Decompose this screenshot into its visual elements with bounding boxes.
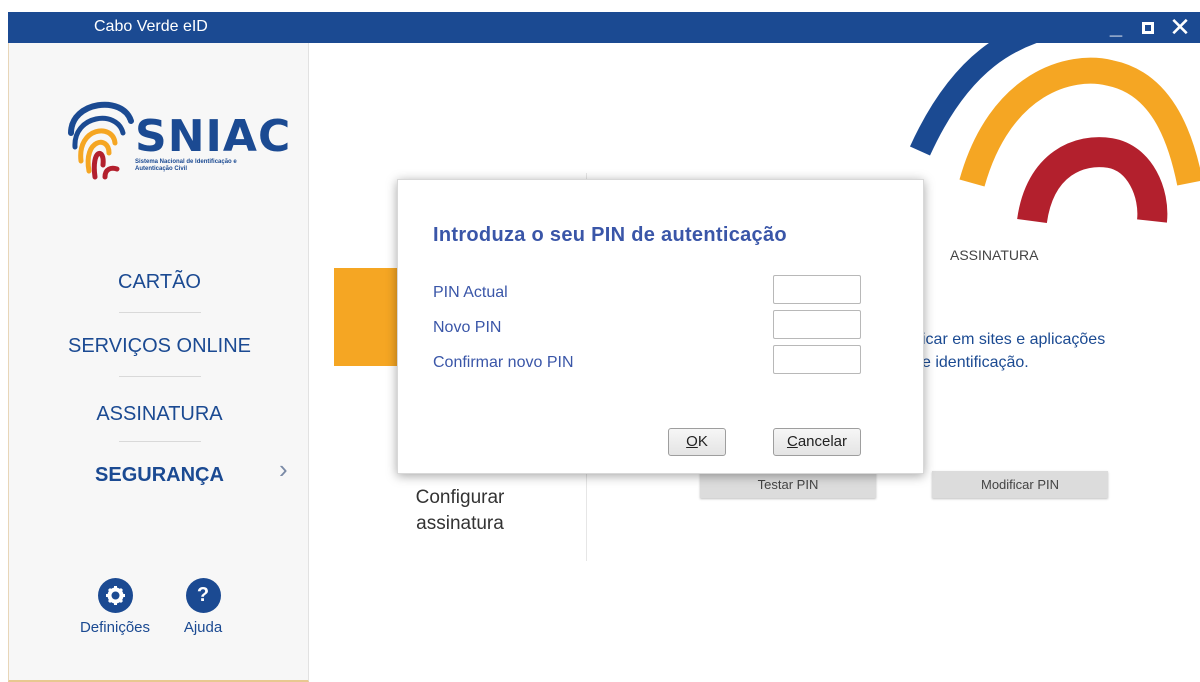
section-description-line2: e identificação. — [922, 354, 1029, 371]
confirm-pin-label: Confirmar novo PIN — [433, 354, 574, 371]
sidebar-divider — [119, 312, 201, 313]
logo-name: SNIAC — [135, 111, 292, 162]
confirm-pin-field[interactable] — [773, 345, 861, 374]
cancel-label-rest: ancelar — [797, 433, 848, 450]
pin-dialog: Introduza o seu PIN de autenticação PIN … — [397, 179, 924, 474]
section-description-line1: icar em sites e aplicações — [922, 331, 1106, 348]
window-title: Cabo Verde eID — [94, 18, 208, 35]
title-bar[interactable]: Cabo Verde eID _ ✕ — [8, 12, 1200, 43]
settings-label: Definições — [79, 619, 151, 636]
new-pin-label: Novo PIN — [433, 319, 502, 336]
sidebar-item-servicos-online[interactable]: SERVIÇOS ONLINE — [9, 335, 310, 358]
test-pin-button[interactable]: Testar PIN — [700, 471, 876, 498]
sniac-logo: SNIAC Sistema Nacional de Identificação … — [65, 81, 290, 181]
close-button[interactable]: ✕ — [1166, 14, 1194, 40]
minimize-button[interactable]: _ — [1102, 14, 1130, 40]
help-button[interactable]: ? Ajuda — [163, 578, 243, 636]
current-pin-field[interactable] — [773, 275, 861, 304]
sidebar-item-seguranca[interactable]: SEGURANÇA — [9, 464, 310, 487]
maximize-button[interactable] — [1134, 14, 1162, 40]
ok-button[interactable]: OK — [668, 428, 726, 456]
gear-icon — [97, 578, 133, 613]
configure-signature-label[interactable]: Configurar assinatura — [370, 485, 550, 537]
sidebar-divider — [119, 376, 201, 377]
help-label: Ajuda — [183, 619, 223, 636]
sidebar-divider — [119, 441, 201, 442]
settings-button[interactable]: Definições — [75, 578, 155, 636]
dialog-title: Introduza o seu PIN de autenticação — [433, 224, 787, 246]
ok-mnemonic: O — [686, 433, 698, 450]
cancel-button[interactable]: Cancelar — [773, 428, 861, 456]
cancel-mnemonic: C — [786, 433, 798, 450]
section-title: ASSINATURA — [950, 247, 1039, 263]
ok-label-rest: K — [697, 433, 708, 450]
fingerprint-logo-icon — [68, 101, 134, 180]
section-description: icar em sites e aplicações e identificaç… — [922, 328, 1192, 374]
maximize-icon — [1142, 22, 1154, 34]
modify-pin-button[interactable]: Modificar PIN — [932, 471, 1108, 498]
new-pin-field[interactable] — [773, 310, 861, 339]
current-pin-label: PIN Actual — [433, 284, 508, 301]
sidebar-item-cartao[interactable]: CARTÃO — [9, 271, 310, 294]
help-icon: ? — [185, 578, 221, 613]
sidebar-item-assinatura[interactable]: ASSINATURA — [9, 403, 310, 426]
chevron-right-icon: › — [279, 454, 288, 484]
logo-subtitle: Sistema Nacional de Identificação e Aute… — [135, 159, 237, 172]
sidebar: SNIAC Sistema Nacional de Identificação … — [8, 43, 309, 682]
